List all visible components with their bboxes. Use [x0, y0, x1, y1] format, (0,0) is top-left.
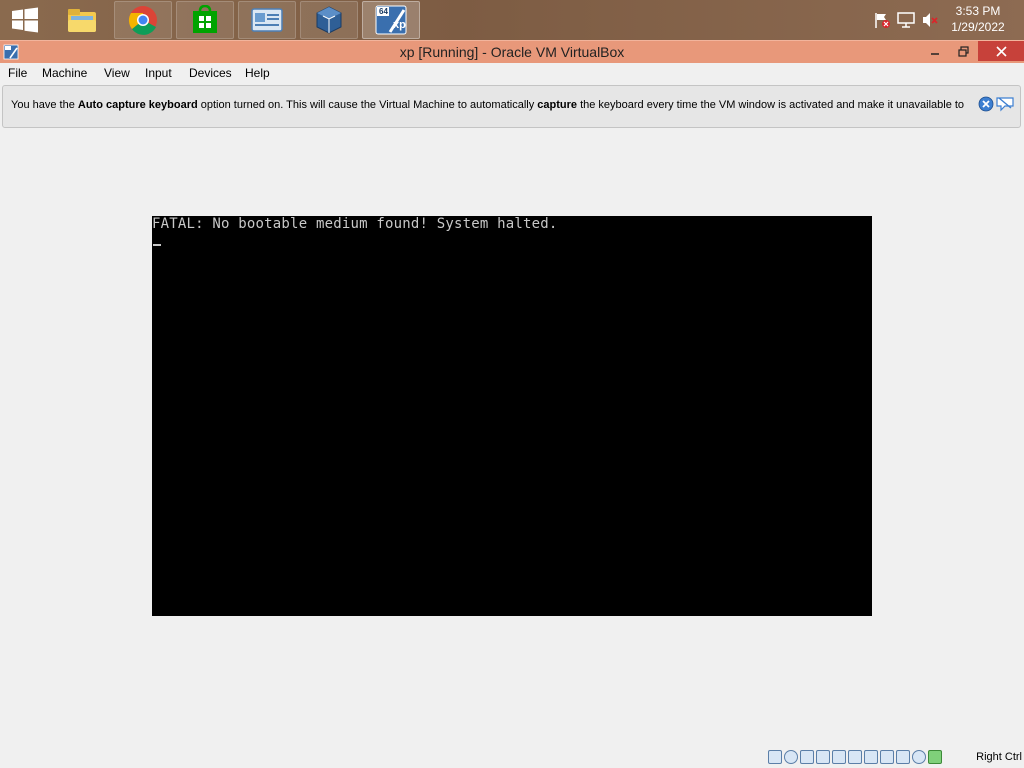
taskbar: 64 xp 3:53 PM 1/29/2022	[0, 0, 1024, 40]
shared-folders-icon[interactable]	[848, 750, 862, 764]
network-icon[interactable]	[896, 10, 916, 30]
vm-badge-label: xp	[393, 19, 406, 31]
windows-logo-icon	[12, 7, 38, 33]
clock-date: 1/29/2022	[951, 20, 1005, 34]
auto-capture-notice: You have the Auto capture keyboard optio…	[2, 85, 1021, 128]
vm-display[interactable]: FATAL: No bootable medium found! System …	[152, 216, 872, 616]
clock-time: 3:53 PM	[955, 4, 1001, 18]
restore-button[interactable]	[950, 41, 976, 61]
store-icon	[193, 5, 217, 33]
virtualbox-icon	[316, 6, 342, 34]
keyboard-capture-icon[interactable]	[928, 750, 942, 764]
network-adapter-icon[interactable]	[816, 750, 830, 764]
menu-machine[interactable]: Machine	[42, 66, 87, 80]
chrome-icon	[128, 6, 157, 35]
audio-icon[interactable]	[800, 750, 814, 764]
window-titlebar[interactable]: xp [Running] - Oracle VM VirtualBox	[0, 40, 1024, 63]
notice-close-icon[interactable]	[978, 96, 994, 112]
notice-message: You have the Auto capture keyboard optio…	[11, 99, 964, 111]
mouse-integration-icon[interactable]	[912, 750, 926, 764]
taskbar-app-remote-desktop[interactable]	[238, 1, 296, 39]
menu-bar: File Machine View Input Devices Help	[0, 63, 1024, 85]
menu-input[interactable]: Input	[145, 66, 172, 80]
minimize-button[interactable]	[922, 41, 948, 61]
window-title: xp [Running] - Oracle VM VirtualBox	[399, 44, 625, 60]
start-button[interactable]	[0, 0, 50, 40]
menu-help[interactable]: Help	[245, 66, 270, 80]
menu-devices[interactable]: Devices	[189, 66, 232, 80]
notice-dont-show-again-icon[interactable]	[996, 96, 1014, 112]
volume-muted-icon[interactable]	[920, 10, 940, 30]
taskbar-app-file-explorer[interactable]	[53, 1, 111, 39]
display-icon[interactable]	[864, 750, 878, 764]
optical-drive-icon[interactable]	[784, 750, 798, 764]
restore-icon	[957, 45, 969, 57]
close-icon	[995, 45, 1007, 57]
taskbar-app-xp-vm[interactable]: 64 xp	[362, 1, 420, 39]
taskbar-clock[interactable]: 3:53 PM 1/29/2022	[948, 3, 1008, 35]
vm-badge-64: 64	[379, 7, 388, 16]
close-button[interactable]	[978, 41, 1024, 61]
taskbar-app-virtualbox[interactable]	[300, 1, 358, 39]
host-key-label[interactable]: Right Ctrl	[976, 751, 1022, 763]
vm-text-cursor	[153, 244, 161, 246]
system-tray	[872, 0, 940, 40]
minimize-icon	[931, 53, 939, 55]
taskbar-app-chrome[interactable]	[114, 1, 172, 39]
vm-console-line: FATAL: No bootable medium found! System …	[152, 216, 558, 232]
notice-bold-2: capture	[537, 99, 578, 111]
folder-icon	[68, 9, 96, 32]
cpu-icon[interactable]	[896, 750, 910, 764]
notice-text-3: the keyboard every time the VM window is…	[577, 99, 965, 111]
video-capture-icon[interactable]	[880, 750, 894, 764]
usb-icon[interactable]	[832, 750, 846, 764]
notice-text-1: You have the	[11, 99, 78, 111]
status-indicators	[768, 750, 942, 764]
notice-bold-1: Auto capture keyboard	[77, 99, 198, 111]
hard-disk-icon[interactable]	[768, 750, 782, 764]
status-bar: Right Ctrl	[0, 748, 1024, 768]
taskbar-app-store[interactable]	[176, 1, 234, 39]
menu-view[interactable]: View	[104, 66, 130, 80]
notice-text-2: option turned on. This will cause the Vi…	[197, 99, 538, 111]
action-center-flag-icon[interactable]	[872, 10, 892, 30]
remote-desktop-icon	[251, 8, 283, 32]
menu-file[interactable]: File	[8, 66, 27, 80]
